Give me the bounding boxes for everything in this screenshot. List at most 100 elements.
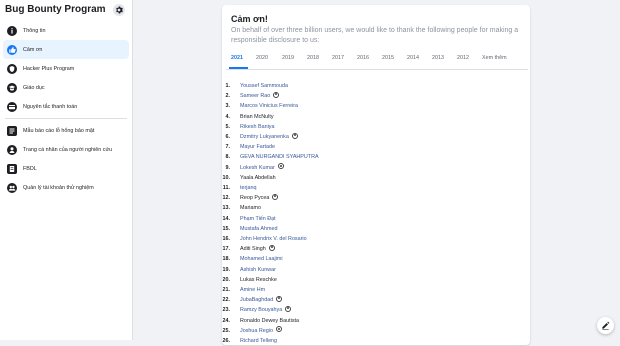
list-item-number: 5. xyxy=(225,123,231,130)
sidebar-item-researcher-profile[interactable]: Trang cá nhân của người nghiên cứu xyxy=(3,140,129,159)
list-item-number: 22. xyxy=(222,297,231,304)
sidebar-item-thanks[interactable]: Cảm ơn xyxy=(3,40,129,59)
researcher-name-text: Lokesh Kumar xyxy=(240,164,275,171)
sidebar-item-test-accounts[interactable]: Quản lý tài khoản thử nghiệm xyxy=(3,178,129,197)
researcher-link[interactable]: Mayur Fartade xyxy=(240,142,275,152)
thanks-card: Cảm ơn! On behalf of over three billion … xyxy=(222,5,530,345)
researcher-link[interactable]: JubaBaghdad xyxy=(240,295,283,305)
researcher-badge-icon xyxy=(272,193,279,200)
sidebar-item-info[interactable]: Thông tin xyxy=(3,21,129,40)
researcher-badge-icon xyxy=(276,295,283,302)
gear-icon[interactable] xyxy=(113,4,125,16)
sidebar-item-label: Quản lý tài khoản thử nghiệm xyxy=(23,184,94,191)
list-item-number: 16. xyxy=(222,236,231,242)
researcher-link[interactable]: Joshua Regio xyxy=(240,326,282,336)
researcher-link[interactable]: Sameer Rao xyxy=(240,91,280,101)
researcher-badge-icon xyxy=(291,132,298,139)
researcher-link[interactable]: Richard Telleng xyxy=(240,336,277,346)
tab-2016[interactable]: 2016 xyxy=(357,55,369,61)
researcher-badge-icon xyxy=(268,244,275,251)
list-item: 10. Yaala Abdellah xyxy=(222,173,522,183)
researcher-link[interactable]: John Hendrix V. del Rosario xyxy=(240,234,307,244)
sidebar-item-fbdl[interactable]: FBDL xyxy=(3,159,129,178)
list-item-number: 15. xyxy=(222,225,231,232)
list-item: 25. Joshua Regio xyxy=(222,326,522,336)
list-item: 3. Marcos Vinicius Ferreira xyxy=(222,101,522,111)
tab-2012[interactable]: 2012 xyxy=(457,55,469,61)
tab-2015[interactable]: 2015 xyxy=(382,55,394,61)
list-item-number: 2. xyxy=(225,93,231,100)
list-item: 7. Mayur Fartade xyxy=(222,142,522,152)
sidebar-item-label: Hacker Plus Program xyxy=(23,65,75,72)
list-item: 9. Lokesh Kumar xyxy=(222,163,522,173)
list-item: 12. Reop Pycea xyxy=(222,193,522,203)
researcher-link[interactable]: Ramzy Bouyahya xyxy=(240,305,292,315)
tab-divider xyxy=(226,69,528,70)
researcher-name-text: Mayur Fartade xyxy=(240,144,276,151)
list-item: 8. GEVA NURGANDI SYAHPUTRA xyxy=(222,152,522,162)
test-accounts-icon xyxy=(7,182,17,193)
list-item-number: 8. xyxy=(225,154,231,161)
list-item: 6. Dzmitry Lukyanenka xyxy=(222,132,522,142)
active-tab-indicator xyxy=(229,67,248,69)
list-item: 26. Richard Telleng xyxy=(222,336,522,346)
researcher-name: Mariamo xyxy=(240,203,261,213)
researcher-name: Yaala Abdellah xyxy=(240,173,276,183)
researcher-link[interactable]: Phạm Tiến Đạt xyxy=(240,214,276,224)
researcher-name-text: JubaBaghdad xyxy=(240,297,274,304)
researcher-name: Aditi Singh xyxy=(240,244,275,254)
sidebar-item-hacker-plus[interactable]: Hacker Plus Program xyxy=(3,59,129,78)
sidebar-divider xyxy=(5,118,127,119)
researcher-badge-icon xyxy=(285,305,292,312)
researcher-link[interactable]: Ashish Kunwar xyxy=(240,265,276,275)
sidebar-header: Bug Bounty Program xyxy=(0,0,132,22)
info-icon xyxy=(7,25,17,36)
researcher-link[interactable]: Mustafa Ahmed xyxy=(240,224,277,234)
list-item: 4. Brian McNulty xyxy=(222,112,522,122)
sidebar-title: Bug Bounty Program xyxy=(5,4,106,15)
researcher-link[interactable]: Amine Hm xyxy=(240,285,265,295)
researcher-link[interactable]: Youssef Sammouda xyxy=(240,81,288,91)
sidebar-item-label: Cảm ơn xyxy=(23,46,43,53)
list-item-number: 4. xyxy=(225,113,231,120)
list-item-number: 7. xyxy=(225,144,231,151)
list-item: 24. Ronaldo Dewey Bautista xyxy=(222,316,522,326)
researcher-link[interactable]: terjanq xyxy=(240,183,256,193)
list-item: 15. Mustafa Ahmed xyxy=(222,224,522,234)
document-icon xyxy=(7,163,17,174)
list-item-number: 23. xyxy=(222,307,231,314)
researcher-link[interactable]: Rikesh Baniya xyxy=(240,122,274,132)
list-item: 19. Ashish Kunwar xyxy=(222,265,522,275)
tab-2013[interactable]: 2013 xyxy=(432,55,444,61)
thumbs-up-icon xyxy=(7,44,17,55)
researcher-link[interactable]: GEVA NURGANDI SYAHPUTRA xyxy=(240,152,319,162)
tab-see-more[interactable]: Xem thêm xyxy=(482,55,507,61)
researcher-name-text: Ramzy Bouyahya xyxy=(240,307,283,314)
tab-2020[interactable]: 2020 xyxy=(256,55,268,61)
researcher-name-text: Yaala Abdellah xyxy=(240,174,276,181)
tab-2014[interactable]: 2014 xyxy=(407,55,419,61)
sidebar-item-label: FBDL xyxy=(23,165,37,172)
list-item: 18. Mohamed Laajimi xyxy=(222,254,522,264)
tab-2018[interactable]: 2018 xyxy=(307,55,319,61)
list-item-number: 20. xyxy=(222,276,231,283)
hacker-plus-icon xyxy=(7,63,17,74)
researcher-link[interactable]: Mohamed Laajimi xyxy=(240,254,283,264)
researcher-name-text: Ronaldo Dewey Bautista xyxy=(240,317,300,324)
researcher-name-text: Amine Hm xyxy=(240,287,266,293)
researcher-link[interactable]: Dzmitry Lukyanenka xyxy=(240,132,298,142)
tab-2021[interactable]: 2021 xyxy=(231,55,243,61)
list-item-number: 21. xyxy=(222,287,231,293)
compose-button[interactable] xyxy=(597,317,614,334)
list-item-number: 10. xyxy=(222,174,231,181)
tab-2019[interactable]: 2019 xyxy=(282,55,294,61)
researcher-link[interactable]: Lokesh Kumar xyxy=(240,163,284,173)
sidebar-item-payment[interactable]: Nguyên tắc thanh toán xyxy=(3,97,129,116)
sidebar-item-report-template[interactable]: Mẫu báo cáo lỗ hổng bảo mật xyxy=(3,121,129,140)
researcher-link[interactable]: Marcos Vinicius Ferreira xyxy=(240,101,298,111)
researcher-name-text: Mustafa Ahmed xyxy=(240,225,278,232)
tab-2017[interactable]: 2017 xyxy=(332,55,344,61)
sidebar-item-education[interactable]: Giáo dục xyxy=(3,78,129,97)
researcher-name-text: Lukas Reschke xyxy=(240,276,277,283)
researcher-name-text: Ashish Kunwar xyxy=(240,266,276,273)
